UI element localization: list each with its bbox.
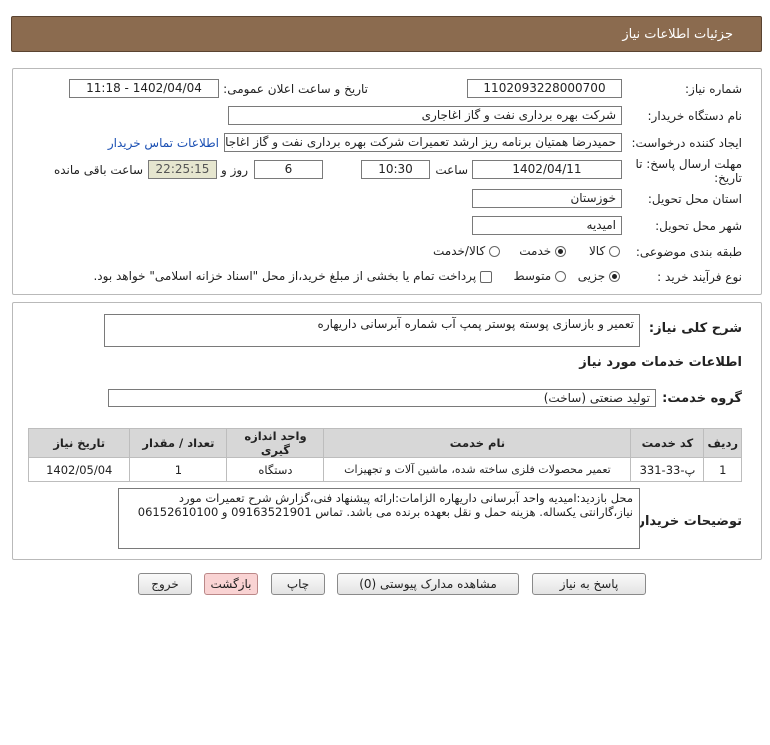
service-group-field: تولید صنعتی (ساخت)	[108, 389, 656, 407]
cell-unit: دستگاه	[226, 457, 325, 482]
remaining-time-label: ساعت باقی مانده	[53, 163, 143, 177]
radio-selected-icon[interactable]	[609, 271, 620, 282]
deadline-label: مهلت ارسال پاسخ: تا	[635, 157, 742, 171]
province-field: خوزستان	[472, 189, 622, 208]
remaining-time-field: 22:25:15	[148, 160, 217, 179]
treasury-option[interactable]: پرداخت تمام یا بخشی از مبلغ خرید،از محل …	[93, 269, 492, 283]
radio-icon[interactable]	[489, 246, 500, 257]
process-option-medium[interactable]: متوسط	[513, 269, 566, 283]
category-option-goods[interactable]: کالا	[589, 244, 620, 258]
days-field: 6	[254, 160, 323, 179]
buyer-org-label: نام دستگاه خریدار:	[647, 109, 743, 123]
city-field: امیدیه	[472, 216, 622, 235]
need-info-panel	[12, 68, 762, 295]
column-header-quantity: تعداد / مقدار	[129, 428, 228, 458]
radio-icon[interactable]	[609, 246, 620, 257]
buyer-org-field: شرکت بهره برداری نفت و گاز اغاجاری	[228, 106, 622, 125]
process-option-minor[interactable]: جزیی	[578, 269, 620, 283]
table-row: 1 پ-33-331 تعمیر محصولات فلزی ساخته شده،…	[27, 457, 742, 482]
buyer-notes-label: توضیحات خریدار:	[632, 514, 742, 529]
column-header-need-date: تاریخ نیاز	[27, 428, 131, 458]
days-label: روز و	[221, 163, 248, 177]
radio-icon[interactable]	[555, 271, 566, 282]
cell-row-number: 1	[703, 457, 742, 482]
checkbox-icon[interactable]	[480, 270, 492, 283]
deadline-date-label: تاریخ:	[714, 171, 742, 185]
deadline-date-field: 1402/04/11	[472, 160, 622, 179]
print-button[interactable]: چاپ	[271, 573, 325, 595]
reply-button[interactable]: پاسخ به نیاز	[532, 573, 646, 595]
need-number-label: شماره نیاز:	[685, 82, 742, 96]
deadline-time-field: 10:30	[361, 160, 430, 179]
cell-quantity: 1	[129, 457, 228, 482]
need-number-field: 1102093228000700	[467, 79, 622, 98]
general-description-label: شرح کلی نیاز:	[648, 321, 742, 336]
category-label: طبقه بندی موضوعی:	[635, 245, 742, 259]
creator-field: حمیدرضا همتیان برنامه ریز ارشد تعمیرات ش…	[224, 133, 622, 152]
cell-service-code: پ-33-331	[630, 457, 705, 482]
cell-need-date: 1402/05/04	[27, 457, 131, 482]
services-heading: اطلاعات خدمات مورد نیاز	[579, 355, 742, 370]
announce-date-label: تاریخ و ساعت اعلان عمومی:	[223, 82, 368, 96]
column-header-row-number: ردیف	[703, 428, 742, 458]
back-button[interactable]: بازگشت	[204, 573, 258, 595]
column-header-service-code: کد خدمت	[630, 428, 705, 458]
process-label: نوع فرآیند خرید :	[657, 270, 742, 284]
exit-button[interactable]: خروج	[138, 573, 192, 595]
table-header-row: ردیف کد خدمت نام خدمت واحد اندازه گیری ت…	[27, 428, 742, 458]
view-attachments-button[interactable]: مشاهده مدارک پیوستی (0)	[337, 573, 519, 595]
services-table: ردیف کد خدمت نام خدمت واحد اندازه گیری ت…	[27, 428, 742, 482]
service-group-label: گروه خدمت:	[662, 391, 742, 406]
buyer-notes-line-1: محل بازدید:امیدیه واحد آبرسانی داریهاره …	[178, 491, 633, 505]
creator-label: ایجاد کننده درخواست:	[631, 136, 742, 150]
buyer-notes-line-2: نیاز،گارانتی یکساله. هزینه حمل و نقل بعه…	[137, 505, 633, 519]
buyer-notes-field: محل بازدید:امیدیه واحد آبرسانی داریهاره …	[118, 488, 640, 549]
cell-service-name: تعمیر محصولات فلزی ساخته شده، ماشین آلات…	[323, 457, 632, 482]
page-header: جزئیات اطلاعات نیاز	[11, 16, 762, 52]
announce-date-field: 1402/04/04 - 11:18	[69, 79, 219, 98]
column-header-service-name: نام خدمت	[323, 428, 632, 458]
city-label: شهر محل تحویل:	[655, 219, 742, 233]
general-description-field: تعمیر و بازسازی پوسته پوستر پمپ آب شماره…	[104, 314, 640, 347]
radio-selected-icon[interactable]	[555, 246, 566, 257]
column-header-unit: واحد اندازه گیری	[226, 428, 325, 458]
deadline-time-label: ساعت	[435, 163, 468, 177]
category-option-goods-service[interactable]: کالا/خدمت	[433, 244, 500, 258]
province-label: استان محل تحویل:	[647, 192, 742, 206]
category-option-service[interactable]: خدمت	[519, 244, 566, 258]
buyer-contact-link[interactable]: اطلاعات تماس خریدار	[108, 136, 219, 150]
